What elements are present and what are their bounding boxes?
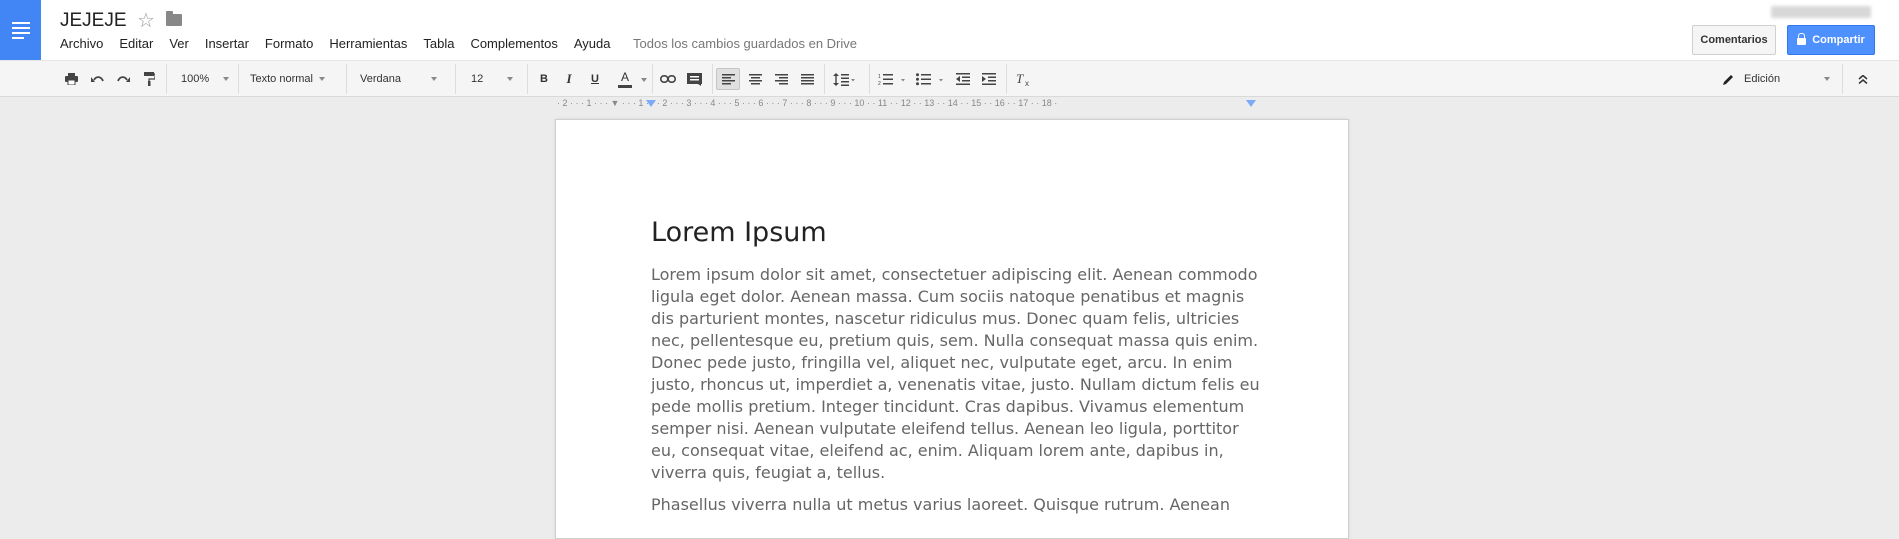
toolbar-separator bbox=[527, 64, 528, 94]
align-left-icon[interactable] bbox=[716, 68, 740, 90]
svg-text:x: x bbox=[1025, 79, 1029, 86]
line-spacing-icon[interactable] bbox=[829, 68, 859, 90]
left-indent-marker[interactable] bbox=[646, 100, 656, 107]
lock-icon bbox=[1797, 33, 1807, 45]
ruler-labels: · 2 · · · 1 · · · ▼ · · · 1 · · · 2 · · … bbox=[557, 98, 1058, 108]
text-color-button[interactable]: A bbox=[610, 68, 640, 90]
svg-text:1: 1 bbox=[878, 74, 881, 80]
underline-button[interactable]: U bbox=[584, 68, 606, 90]
docs-logo-icon[interactable] bbox=[0, 0, 41, 60]
app-header: JEJEJE ☆ Archivo Editar Ver Insertar For… bbox=[0, 0, 1899, 60]
toolbar-separator bbox=[652, 64, 653, 94]
font-value: Verdana bbox=[360, 73, 401, 85]
menu-formato[interactable]: Formato bbox=[265, 36, 313, 51]
toolbar-separator bbox=[166, 64, 167, 94]
document-paragraph[interactable]: Phasellus viverra nulla ut metus varius … bbox=[651, 494, 1261, 516]
align-justify-icon[interactable] bbox=[796, 68, 818, 90]
toolbar-separator bbox=[712, 64, 713, 94]
font-size-value: 12 bbox=[471, 73, 484, 85]
link-icon[interactable] bbox=[657, 68, 679, 90]
toolbar-separator bbox=[238, 64, 239, 94]
menu-herramientas[interactable]: Herramientas bbox=[329, 36, 407, 51]
menu-editar[interactable]: Editar bbox=[119, 36, 153, 51]
horizontal-ruler[interactable]: · 2 · · · 1 · · · ▼ · · · 1 · · · 2 · · … bbox=[557, 97, 1347, 111]
comments-button[interactable]: Comentarios bbox=[1692, 25, 1776, 55]
menu-archivo[interactable]: Archivo bbox=[60, 36, 103, 51]
redo-icon[interactable] bbox=[112, 68, 134, 90]
paint-format-icon[interactable] bbox=[138, 68, 160, 90]
document-heading[interactable]: Lorem Ipsum bbox=[651, 217, 827, 248]
account-email[interactable] bbox=[1771, 6, 1871, 18]
italic-button[interactable]: I bbox=[558, 68, 580, 90]
zoom-select[interactable]: 100% bbox=[181, 68, 231, 90]
paragraph-style-value: Texto normal bbox=[250, 73, 313, 85]
font-size-select[interactable]: 12 bbox=[471, 68, 521, 90]
comment-icon[interactable] bbox=[683, 68, 705, 90]
text-color-letter: A bbox=[620, 69, 629, 84]
menu-ver[interactable]: Ver bbox=[169, 36, 189, 51]
svg-text:2: 2 bbox=[878, 81, 881, 86]
toolbar-separator bbox=[1842, 64, 1843, 94]
pencil-icon bbox=[1723, 74, 1733, 85]
clear-formatting-icon[interactable]: Tx bbox=[1013, 68, 1035, 90]
document-paragraph[interactable]: Lorem ipsum dolor sit amet, consectetuer… bbox=[651, 264, 1261, 484]
bold-button[interactable]: B bbox=[533, 68, 555, 90]
print-icon[interactable] bbox=[60, 68, 82, 90]
editing-mode-value: Edición bbox=[1744, 73, 1781, 85]
share-button-label: Compartir bbox=[1812, 34, 1865, 46]
menu-insertar[interactable]: Insertar bbox=[205, 36, 249, 51]
star-icon[interactable]: ☆ bbox=[137, 8, 155, 33]
document-page[interactable]: Lorem Ipsum Lorem ipsum dolor sit amet, … bbox=[555, 119, 1349, 539]
menu-ayuda[interactable]: Ayuda bbox=[574, 36, 611, 51]
text-color-caret[interactable] bbox=[641, 78, 647, 82]
toolbar-separator bbox=[1006, 64, 1007, 94]
formatting-toolbar: 100% Texto normal Verdana 12 B I U A 1 2… bbox=[0, 60, 1899, 97]
toolbar-separator bbox=[824, 64, 825, 94]
share-button[interactable]: Compartir bbox=[1787, 25, 1875, 55]
font-select[interactable]: Verdana bbox=[360, 68, 445, 90]
svg-text:T: T bbox=[1016, 72, 1024, 86]
bulleted-list-icon[interactable] bbox=[914, 68, 948, 90]
zoom-value: 100% bbox=[181, 73, 210, 85]
collapse-icon[interactable] bbox=[1852, 68, 1874, 90]
folder-icon[interactable] bbox=[166, 11, 182, 26]
paragraph-style-select[interactable]: Texto normal bbox=[250, 68, 340, 90]
toolbar-separator bbox=[869, 64, 870, 94]
align-right-icon[interactable] bbox=[770, 68, 792, 90]
document-title[interactable]: JEJEJE bbox=[60, 10, 127, 32]
save-status[interactable]: Todos los cambios guardados en Drive bbox=[633, 36, 857, 51]
menu-complementos[interactable]: Complementos bbox=[470, 36, 557, 51]
editing-mode-select[interactable]: Edición bbox=[1723, 68, 1833, 90]
increase-indent-icon[interactable] bbox=[978, 68, 1000, 90]
undo-icon[interactable] bbox=[86, 68, 108, 90]
menu-tabla[interactable]: Tabla bbox=[423, 36, 454, 51]
decrease-indent-icon[interactable] bbox=[952, 68, 974, 90]
numbered-list-icon[interactable]: 12 bbox=[876, 68, 910, 90]
toolbar-separator bbox=[455, 64, 456, 94]
align-center-icon[interactable] bbox=[744, 68, 766, 90]
menu-bar: Archivo Editar Ver Insertar Formato Herr… bbox=[60, 36, 627, 51]
toolbar-separator bbox=[346, 64, 347, 94]
text-color-swatch bbox=[618, 84, 632, 88]
right-indent-marker[interactable] bbox=[1246, 100, 1256, 107]
